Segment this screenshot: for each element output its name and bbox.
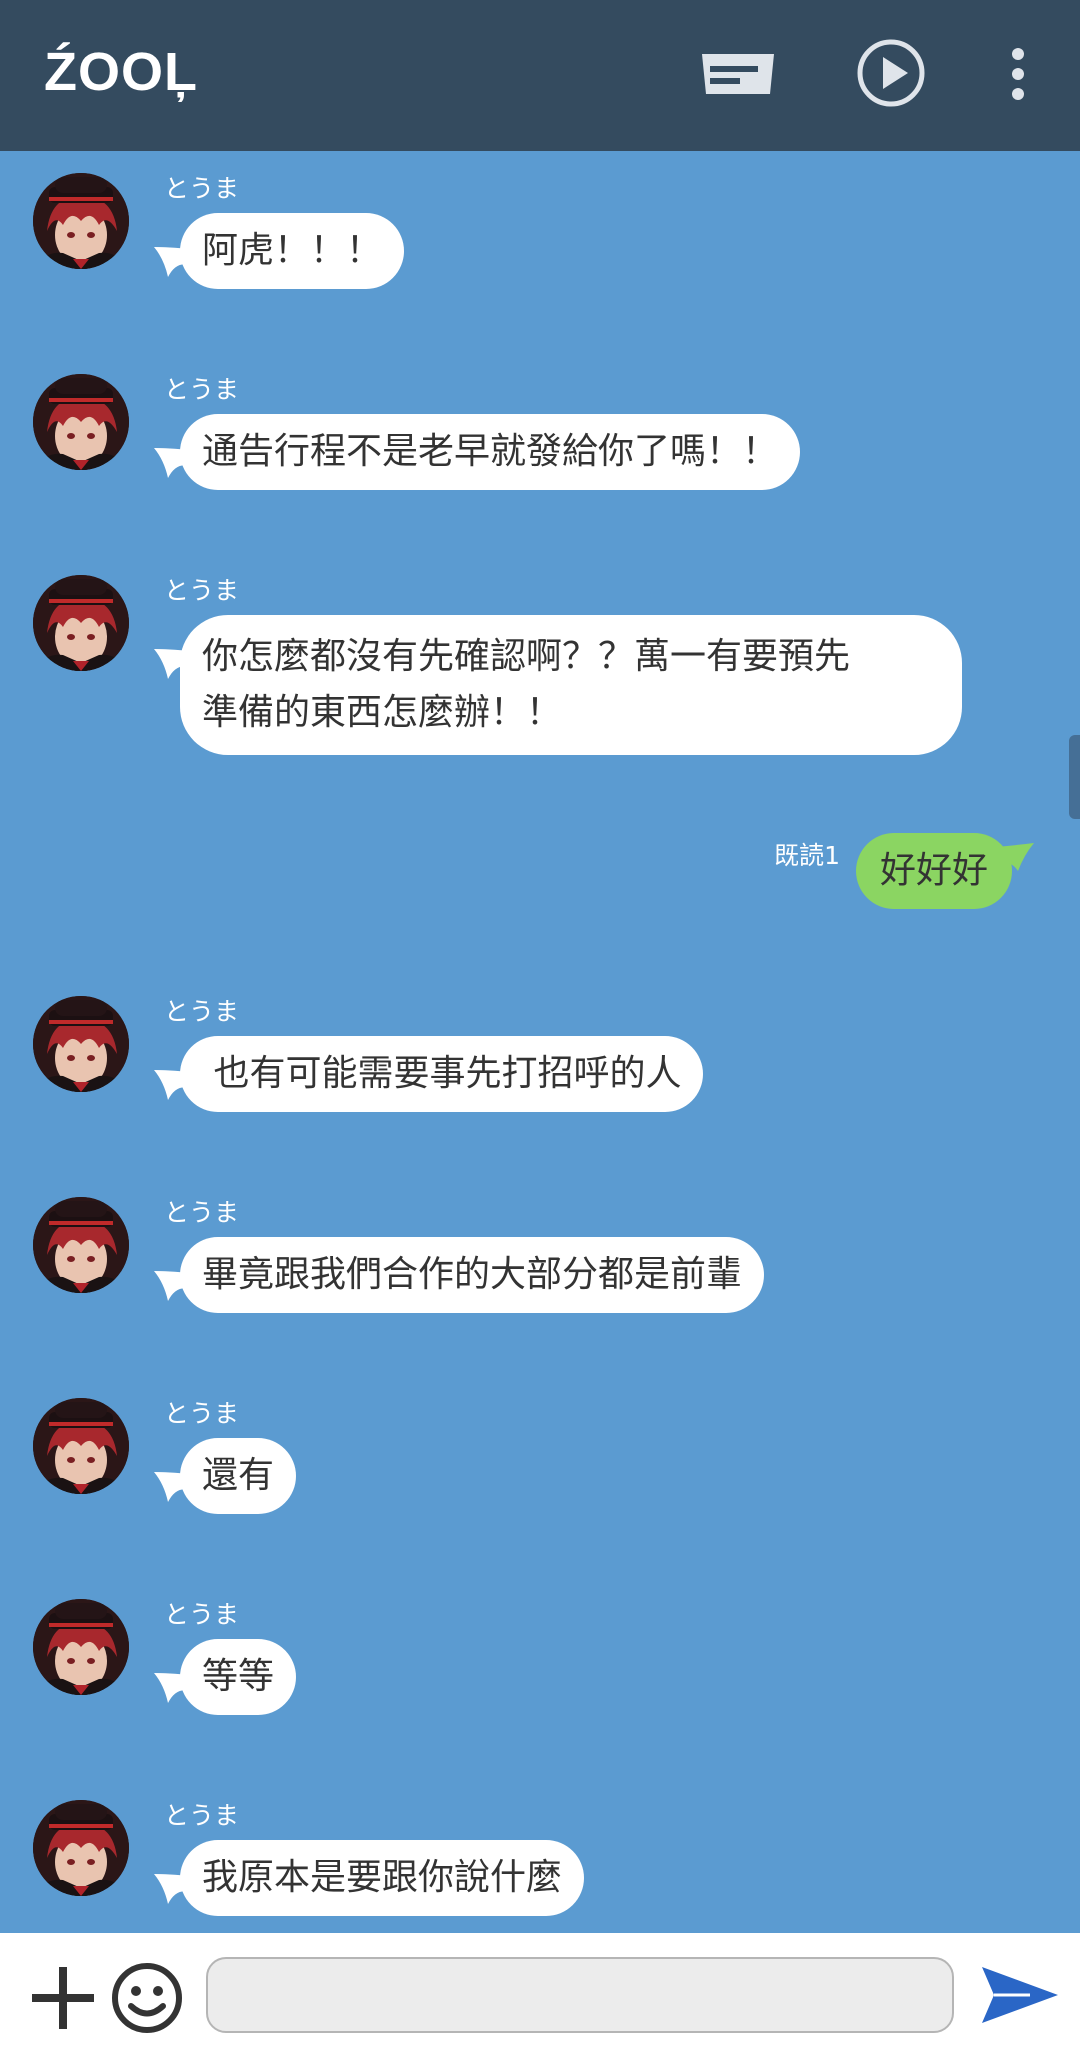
message-bubble[interactable]: 也有可能需要事先打招呼的人 [180,1036,704,1112]
message-bubble[interactable]: 你怎麼都沒有先確認啊？？萬一有要預先 準備的東西怎麼辦！！ [180,615,962,755]
avatar[interactable] [33,1800,129,1896]
message-line: 你怎麼都沒有先確認啊？？萬一有要預先 [202,636,851,677]
chat-title: ŹOOĻ [44,42,198,102]
avatar[interactable] [33,996,129,1092]
message-input[interactable] [206,1957,954,2033]
message-box-icon[interactable] [700,50,776,98]
sender-name: とうま [164,1801,240,1830]
message-bubble[interactable]: 阿虎！！！ [180,213,405,289]
sender-name: とうま [164,1600,240,1629]
emoji-icon[interactable] [110,1961,184,2035]
message-line: 準備的東西怎麼辦！！ [202,692,563,733]
sender-name: とうま [164,375,240,404]
avatar[interactable] [33,374,129,470]
avatar[interactable] [33,1197,129,1293]
sender-name: とうま [164,576,240,605]
my-message-bubble[interactable]: 好好好 [855,833,1012,909]
avatar[interactable] [33,575,129,671]
message-bubble[interactable]: 等等 [180,1639,297,1715]
app-header: ŹOOĻ [0,0,1080,151]
more-vert-icon[interactable] [1002,46,1034,102]
bubble-tail [996,843,1034,871]
sender-name: とうま [164,174,240,203]
message-bubble[interactable]: 還有 [180,1438,297,1514]
avatar[interactable] [33,1599,129,1695]
avatar[interactable] [33,1398,129,1494]
sender-name: とうま [164,997,240,1026]
chat-area[interactable]: とうま 阿虎！！！ とうま 通告行程不是老早就發給你了嗎！！ とうま 你怎麼都沒… [0,151,1080,1933]
message-bubble[interactable]: 我原本是要跟你說什麼 [180,1840,585,1916]
avatar[interactable] [33,173,129,269]
sender-name: とうま [164,1399,240,1428]
message-row-mine: 既読1 好好好 [0,833,1080,953]
message-bubble[interactable]: 畢竟跟我們合作的大部分都是前輩 [180,1237,765,1313]
sender-name: とうま [164,1198,240,1227]
send-icon[interactable] [980,1963,1060,2027]
scrollbar[interactable] [1069,735,1080,819]
message-bubble[interactable]: 通告行程不是老早就發給你了嗎！！ [180,414,801,490]
read-receipt: 既読1 [774,841,840,870]
composer-bar [0,1933,1080,2052]
play-circle-icon[interactable] [856,38,926,108]
plus-icon[interactable] [30,1965,96,2031]
